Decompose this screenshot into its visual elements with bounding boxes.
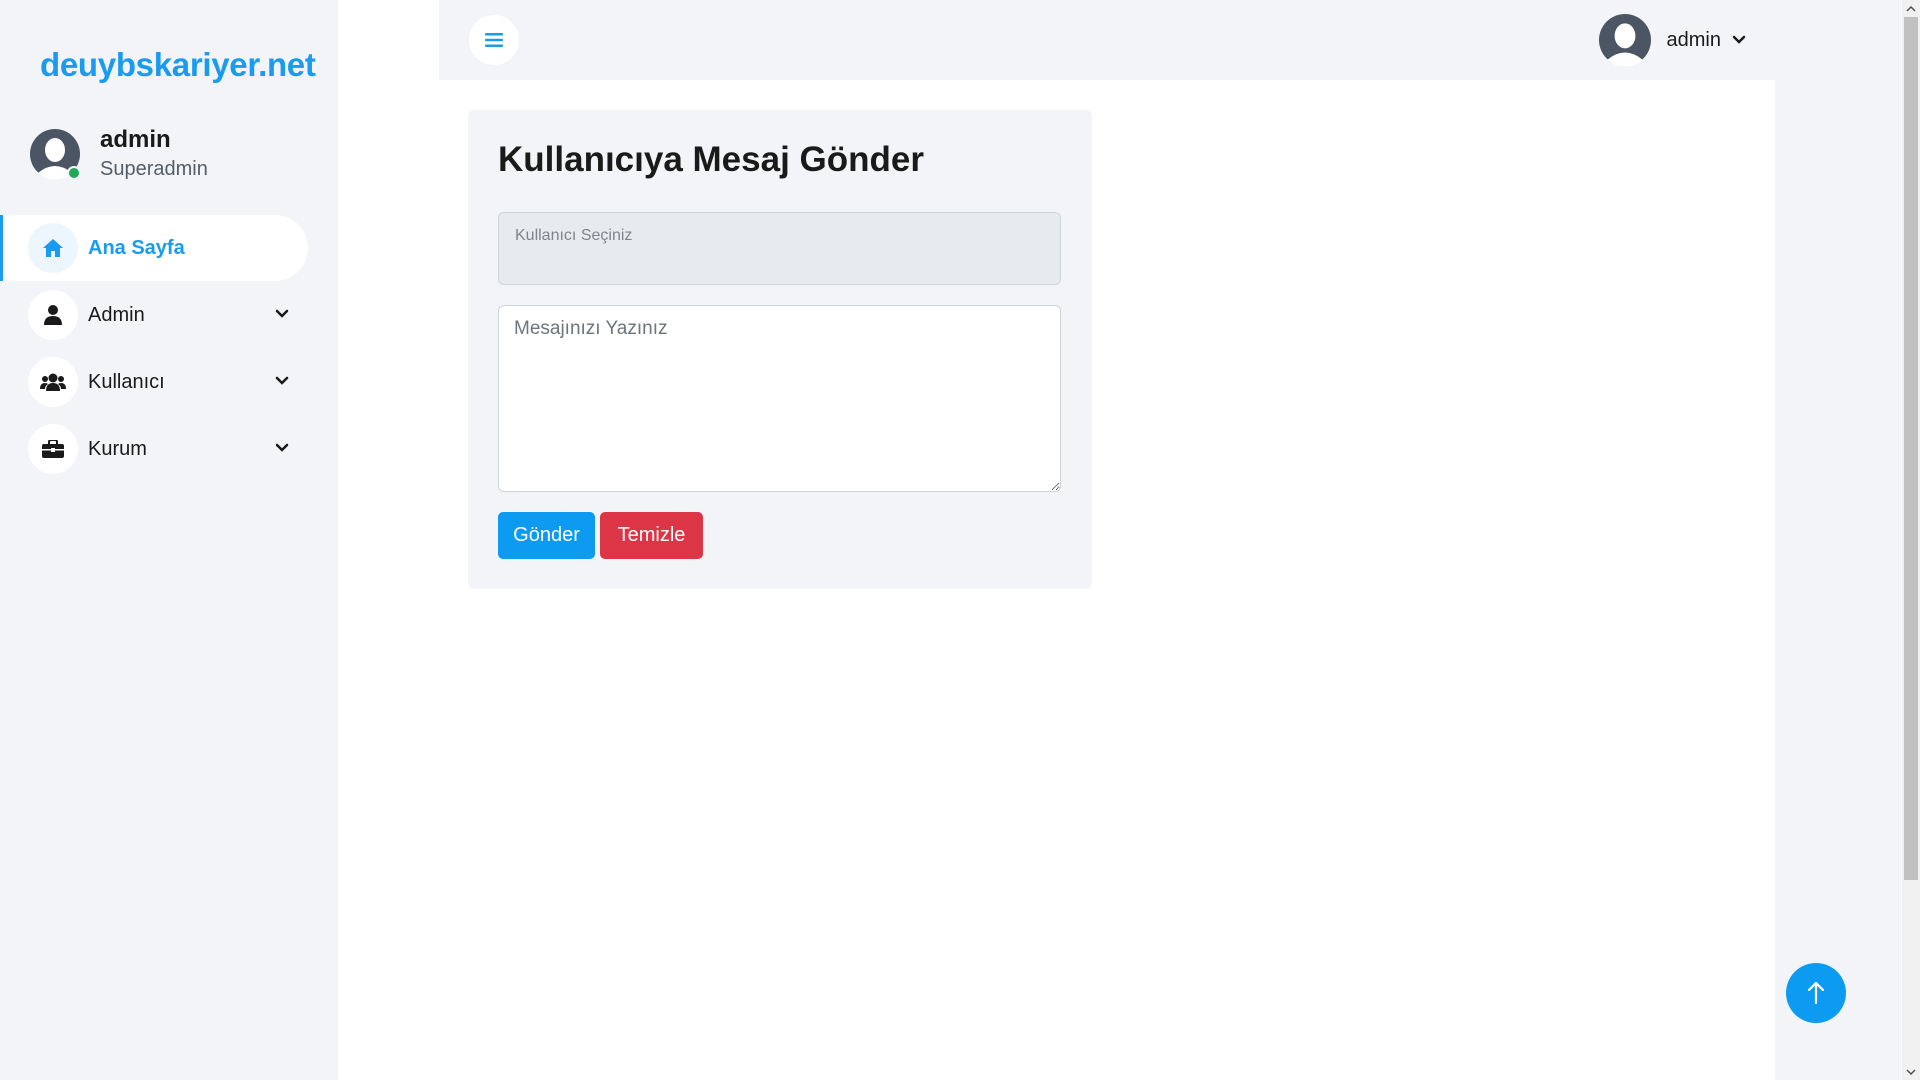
user-select[interactable]: Kullanıcı Seçiniz (498, 212, 1061, 285)
sidebar-item-label: Kurum (88, 438, 147, 460)
profile-role: Superadmin (100, 158, 208, 180)
chevron-down-icon (275, 309, 289, 318)
sidebar-item-ana-sayfa[interactable]: Ana Sayfa (0, 215, 308, 281)
profile-name: admin (100, 126, 171, 153)
online-status-dot (67, 166, 81, 180)
sidebar-item-label: Kullanıcı (88, 371, 165, 393)
scroll-down-arrow-icon[interactable] (1902, 1063, 1920, 1080)
sidebar-item-label: Ana Sayfa (88, 237, 185, 259)
message-form-card: Kullanıcıya Mesaj Gönder Kullanıcı Seçin… (468, 110, 1092, 589)
user-menu-name: admin (1666, 28, 1721, 51)
page-scrollbar[interactable] (1902, 0, 1920, 1080)
scroll-to-top-button[interactable] (1786, 963, 1846, 1023)
send-button[interactable]: Gönder (498, 512, 595, 559)
users-icon (28, 357, 78, 407)
sidebar-profile: admin Superadmin (30, 126, 320, 184)
right-gutter (1775, 0, 1901, 1080)
sidebar-nav: Ana Sayfa Admin Kullanıcı Kurum (0, 215, 338, 483)
chevron-down-icon (1732, 35, 1746, 44)
user-avatar-icon (1598, 14, 1651, 66)
user-select-placeholder: Kullanıcı Seçiniz (515, 227, 633, 244)
page-title: Kullanıcıya Mesaj Gönder (498, 140, 924, 179)
sidebar-item-kullanici[interactable]: Kullanıcı (0, 349, 338, 415)
chevron-down-icon (275, 443, 289, 452)
chevron-down-icon (275, 376, 289, 385)
home-icon (28, 223, 78, 273)
clear-button[interactable]: Temizle (600, 512, 703, 559)
menu-toggle-button[interactable] (469, 15, 519, 65)
brand-logo[interactable]: deuybskariyer.net (40, 46, 316, 84)
sidebar-item-kurum[interactable]: Kurum (0, 416, 338, 482)
user-icon (28, 290, 78, 340)
scrollbar-thumb[interactable] (1904, 17, 1918, 880)
briefcase-icon (28, 424, 78, 474)
user-menu[interactable]: admin (1598, 13, 1747, 67)
sidebar-item-label: Admin (88, 304, 145, 326)
sidebar: deuybskariyer.net admin Superadmin Ana S… (0, 0, 338, 1080)
hamburger-icon (485, 33, 503, 47)
arrow-up-icon (1807, 981, 1825, 1005)
sidebar-item-admin[interactable]: Admin (0, 282, 338, 348)
top-bar: admin (439, 0, 1775, 80)
message-textarea[interactable] (498, 305, 1061, 492)
scroll-up-arrow-icon[interactable] (1902, 0, 1920, 17)
